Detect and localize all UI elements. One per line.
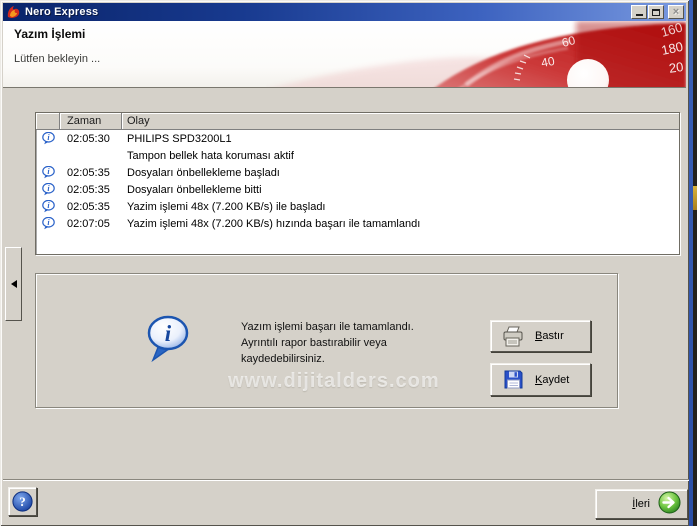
dial-graphic: 60 40 160 180 20 [266, 21, 686, 87]
save-button[interactable]: Kaydet [490, 363, 591, 396]
info-bubble-icon: i [36, 183, 60, 196]
print-button[interactable]: Bastır [490, 320, 591, 352]
footer-divider [3, 479, 689, 481]
log-row[interactable]: Tampon bellek hata koruması aktif [36, 147, 679, 164]
log-time: 02:05:35 [67, 183, 110, 196]
log-row[interactable]: i 02:05:35 Dosyaları önbellekleme bitti [36, 181, 679, 198]
log-event: Yazim işlemi 48x (7.200 KB/s) hızında ba… [127, 217, 421, 230]
desktop-icon-fragment [693, 186, 697, 210]
log-time: 02:05:30 [67, 132, 110, 145]
status-text: Lütfen bekleyin ... [14, 53, 101, 65]
titlebar[interactable]: Nero Express × [3, 3, 686, 21]
svg-text:?: ? [19, 494, 26, 509]
svg-text:i: i [165, 321, 172, 346]
log-row[interactable]: i 02:05:30 PHILIPS SPD3200L1 [36, 130, 679, 147]
log-event: Yazim işlemi 48x (7.200 KB/s) ile başlad… [127, 200, 326, 213]
floppy-disk-icon [501, 369, 525, 390]
log-time: 02:05:35 [67, 200, 110, 213]
result-groupbox: i Yazım işlemi başarı ile tamamlandı. Ay… [35, 273, 618, 408]
next-button[interactable]: İleri [595, 489, 688, 519]
log-time: 02:07:05 [67, 217, 110, 230]
banner: 60 40 160 180 20 Yazım İşlemi Lütfen bek… [3, 21, 686, 88]
result-message-line: Yazım işlemi başarı ile tamamlandı. [241, 321, 414, 333]
log-time: 02:05:35 [67, 166, 110, 179]
help-icon: ? [12, 491, 33, 512]
maximize-button[interactable] [648, 5, 664, 19]
close-icon: × [672, 5, 680, 18]
log-column-icon[interactable] [36, 113, 60, 130]
result-message: Yazım işlemi başarı ile tamamlandı. Ayrı… [241, 319, 414, 367]
log-column-event[interactable]: Olay [122, 113, 679, 130]
next-button-label: İleri [632, 498, 650, 510]
log-row[interactable]: i 02:07:05 Yazim işlemi 48x (7.200 KB/s)… [36, 215, 679, 232]
result-message-line: kaydedebilirsiniz. [241, 353, 325, 365]
info-bubble-icon: i [36, 217, 60, 230]
log-event: PHILIPS SPD3200L1 [127, 132, 232, 145]
printer-icon [501, 326, 525, 347]
event-log-table[interactable]: Zaman Olay i 02:05:30 PHILIPS SPD3200L1 … [35, 112, 680, 255]
collapse-sidebar-button[interactable] [5, 247, 22, 321]
minimize-button[interactable] [631, 5, 647, 19]
print-button-label: Bastır [535, 330, 564, 342]
info-balloon-icon: i [146, 315, 190, 363]
log-event: Dosyaları önbellekleme başladı [127, 166, 280, 179]
minimize-icon [635, 14, 643, 16]
page-title: Yazım İşlemi [14, 27, 86, 41]
save-button-label: Kaydet [535, 373, 570, 386]
help-button[interactable]: ? [8, 487, 37, 516]
log-event: Tampon bellek hata koruması aktif [127, 149, 294, 162]
log-row[interactable]: i 02:05:35 Dosyaları önbellekleme başlad… [36, 164, 679, 181]
log-row[interactable]: i 02:05:35 Yazim işlemi 48x (7.200 KB/s)… [36, 198, 679, 215]
result-message-line: Ayrıntılı rapor bastırabilir veya [241, 337, 387, 349]
left-arrow-icon [10, 280, 17, 288]
info-bubble-icon: i [36, 200, 60, 213]
maximize-icon [652, 8, 660, 16]
svg-text:20: 20 [668, 59, 684, 76]
log-column-time[interactable]: Zaman [60, 113, 122, 130]
info-bubble-icon: i [36, 132, 60, 145]
window-title: Nero Express [25, 6, 99, 18]
close-button[interactable]: × [668, 5, 684, 19]
log-header: Zaman Olay [36, 113, 679, 130]
screen: Nero Express × 60 40 160 180 20 Yazım İş… [0, 0, 697, 526]
desktop-background [693, 0, 697, 526]
nero-logo-icon [6, 5, 21, 19]
nero-express-window: Nero Express × 60 40 160 180 20 Yazım İş… [0, 0, 689, 526]
svg-text:40: 40 [540, 54, 556, 70]
next-arrow-icon [658, 491, 681, 517]
info-bubble-icon: i [36, 166, 60, 179]
log-event: Dosyaları önbellekleme bitti [127, 183, 262, 196]
